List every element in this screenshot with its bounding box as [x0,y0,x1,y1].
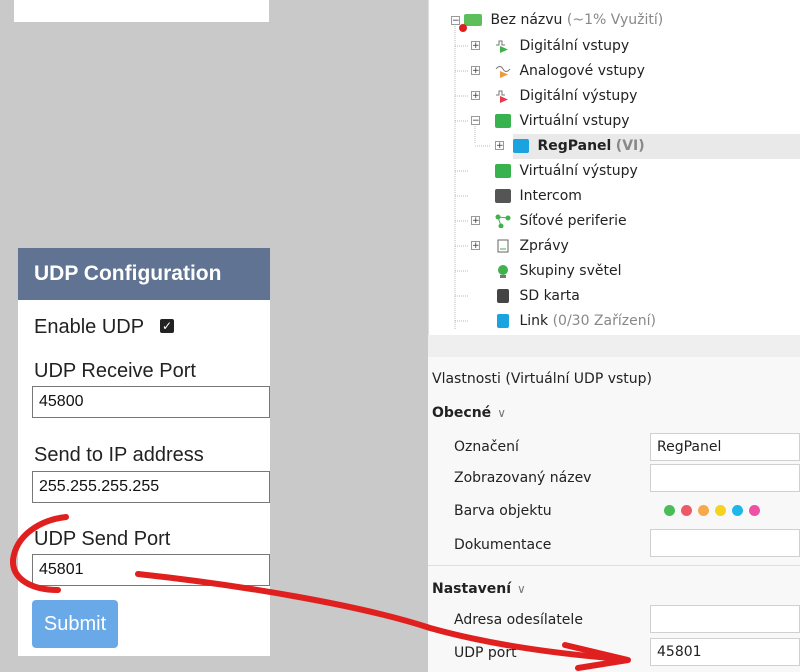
section-divider [428,565,800,566]
properties-panel: Vlastnosti (Virtuální UDP vstup) Obecné ∨… [428,357,800,672]
udp-send-port-label: UDP Send Port [34,528,171,550]
tree-item-label: Síťové periferie [519,213,627,229]
tree-item-label: Skupiny světel [519,263,622,279]
settings-section-label: Nastavení [432,581,512,597]
tree-item-digital-outputs[interactable]: Digitální výstupy [495,84,637,109]
color-swatch[interactable] [698,505,709,516]
sender-address-input[interactable] [650,605,800,633]
send-ip-label: Send to IP address [34,444,204,466]
tree-item-light-groups[interactable]: Skupiny světel [495,259,621,284]
tree-item-label: Link [519,313,549,329]
collapse-toggle[interactable]: − [471,116,480,126]
tree-item-label: Virtuální výstupy [519,163,638,179]
tree-item-regpanel[interactable]: RegPanel (VI) [513,134,800,159]
messages-icon [497,239,509,253]
expand-toggle[interactable]: + [471,241,480,251]
virtual-input-icon [495,114,511,128]
display-name-label: Zobrazovaný název [454,470,592,486]
documentation-label: Dokumentace [454,537,552,553]
enable-udp-label: Enable UDP [34,316,145,338]
tree-item-label: Intercom [519,188,582,204]
object-color-label: Barva objektu [454,503,552,519]
status-dot-icon [459,24,467,32]
designation-input[interactable]: RegPanel [650,433,800,461]
color-swatch[interactable] [664,505,675,516]
udp-receive-port-input[interactable]: 45800 [32,386,270,418]
settings-section-header[interactable]: Nastavení ∨ [432,581,526,597]
chevron-down-icon: ∨ [517,582,526,596]
tree-item-suffix: (0/30 Zařízení) [552,313,656,329]
udp-configuration-title: UDP Configuration [18,248,270,300]
digital-output-icon [496,90,508,103]
analog-input-icon [495,66,511,78]
controller-icon [464,14,482,26]
sender-address-label: Adresa odesílatele [454,612,583,628]
tree-item-label: SD karta [519,288,580,304]
udp-configuration-panel: UDP Configuration Enable UDP ✓ UDP Recei… [18,248,270,656]
tree-root[interactable]: Bez názvu (~1% Využití) [464,8,663,33]
color-swatch[interactable] [732,505,743,516]
tree-item-messages[interactable]: Zprávy [495,234,569,259]
tree-root-usage: (~1% Využití) [566,12,664,28]
expand-toggle[interactable]: + [471,66,480,76]
udp-port-input[interactable]: 45801 [650,638,800,666]
color-swatch[interactable] [749,505,760,516]
udp-receive-port-label: UDP Receive Port [34,360,196,382]
documentation-input[interactable] [650,529,800,557]
tree-item-label: Virtuální vstupy [519,113,630,129]
udp-port-label: UDP port [454,645,517,661]
virtual-input-item-icon [513,139,529,153]
tree-root-label: Bez názvu [490,12,563,28]
intercom-icon [495,189,511,203]
color-swatch[interactable] [681,505,692,516]
link-icon [497,314,509,328]
device-tree: − Bez názvu (~1% Využití) + Digitální vs… [428,0,800,335]
sd-card-icon [497,289,509,303]
digital-input-icon [496,40,508,53]
panel-splitter[interactable] [428,335,800,357]
color-swatch[interactable] [715,505,726,516]
virtual-output-icon [495,164,511,178]
display-name-input[interactable] [650,464,800,492]
chevron-down-icon: ∨ [497,406,506,420]
tree-item-network-peripherals[interactable]: Síťové periferie [495,209,627,234]
tree-item-suffix: (VI) [615,138,645,154]
general-section-label: Obecné [432,405,492,421]
designation-label: Označení [454,439,519,455]
expand-toggle[interactable]: + [471,41,480,51]
tree-item-analog-inputs[interactable]: Analogové vstupy [495,59,645,84]
tree-item-link[interactable]: Link (0/30 Zařízení) [495,309,656,334]
send-ip-input[interactable]: 255.255.255.255 [32,471,270,503]
expand-toggle[interactable]: + [495,141,504,151]
enable-udp-checkbox[interactable]: ✓ [160,319,174,333]
tree-item-label: Digitální vstupy [519,38,630,54]
expand-toggle[interactable]: + [471,91,480,101]
udp-send-port-input[interactable]: 45801 [32,554,270,586]
expand-toggle[interactable]: + [471,216,480,226]
tree-item-label: Digitální výstupy [519,88,638,104]
tree-item-label: Analogové vstupy [519,63,645,79]
tree-item-digital-inputs[interactable]: Digitální vstupy [495,34,629,59]
object-color-picker [664,501,766,520]
tree-item-virtual-outputs[interactable]: Virtuální výstupy [495,159,638,184]
tree-item-virtual-inputs[interactable]: Virtuální vstupy [495,109,630,134]
tree-item-label: RegPanel [537,138,612,154]
light-groups-icon [498,265,508,278]
properties-title: Vlastnosti (Virtuální UDP vstup) [432,371,653,387]
general-section-header[interactable]: Obecné ∨ [432,405,506,421]
background-strip [14,0,269,22]
tree-item-intercom[interactable]: Intercom [495,184,582,209]
tree-item-sd-card[interactable]: SD karta [495,284,580,309]
network-icon [495,214,511,228]
tree-item-label: Zprávy [519,238,569,254]
submit-button[interactable]: Submit [32,600,118,648]
collapse-root-toggle[interactable]: − [451,16,460,26]
